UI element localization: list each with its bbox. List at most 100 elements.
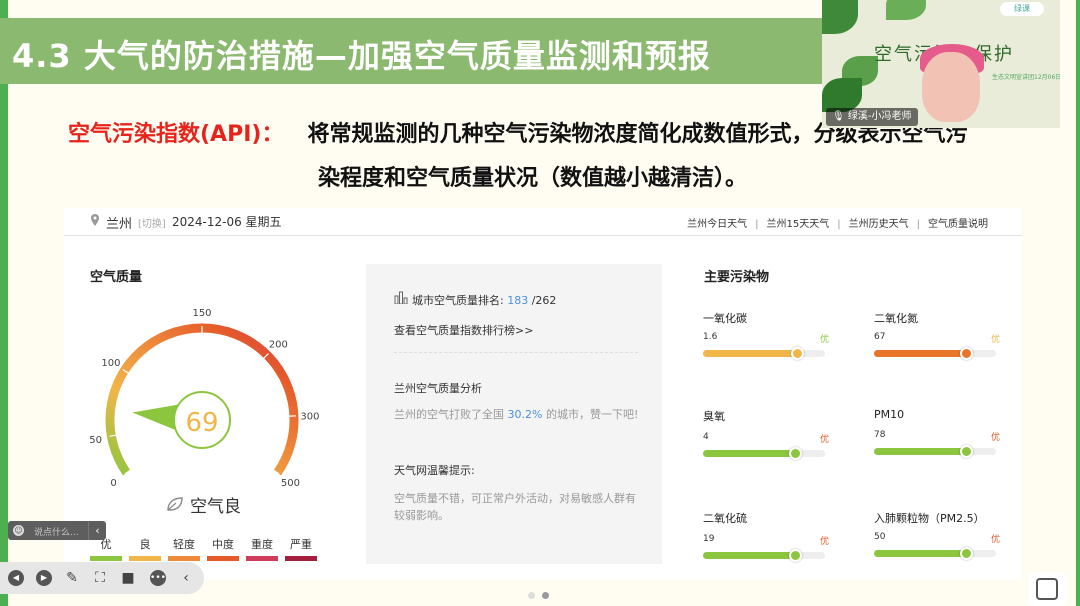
screenshot-icon[interactable]: ⛶: [92, 570, 108, 586]
presenter-name-tag: 🎙 绿溪-小冯老师: [826, 108, 918, 126]
pollutant-item: 二氧化氮 67 优: [874, 310, 1000, 370]
pollutant-bar: [703, 447, 825, 460]
pollutant-item: PM10 78 优: [874, 408, 1000, 468]
pollutant-bar-knob: [788, 447, 802, 460]
tip-title: 天气网温馨提示:: [394, 464, 475, 477]
nav-aq-explanation[interactable]: 空气质量说明: [928, 219, 988, 230]
leaf-decoration: [822, 0, 858, 34]
pollutant-bar: [703, 347, 825, 360]
brand-logo: 绿课: [1000, 2, 1044, 16]
nav-today-weather[interactable]: 兰州今日天气: [687, 219, 747, 230]
microphone-icon: 🎙: [832, 111, 845, 122]
pollutant-item: 二氧化硫 19 优: [703, 510, 829, 570]
comment-box[interactable]: ☺ 说点什么... ‹: [8, 521, 106, 540]
slide-right-edge: [1076, 0, 1080, 606]
pollutant-name: 入肺颗粒物（PM2.5）: [874, 512, 985, 525]
presenter-name: 绿溪-小冯老师: [847, 111, 912, 122]
camera-icon[interactable]: ■: [120, 570, 136, 586]
pollutant-name: 二氧化氮: [874, 312, 918, 325]
legend-label: 中度: [212, 538, 234, 551]
location-pin-icon: [91, 214, 99, 226]
pollutant-value: 50: [874, 532, 886, 542]
bar-chart-icon: [394, 291, 408, 304]
pollutant-bar: [703, 549, 825, 562]
presenter-face: [922, 52, 980, 122]
webcam-banner-subtitle: 生态文明宣讲团12月06日: [992, 74, 1060, 81]
aqi-gauge: 0 50 100 150 200 300 500 69: [89, 308, 319, 489]
pollutant-level: 优: [990, 335, 1000, 345]
pollutant-level: 优: [819, 435, 829, 445]
gauge-tick-label: 500: [281, 478, 300, 489]
collapse-icon[interactable]: ‹: [178, 570, 194, 586]
player-toolbar: ◀ ▶ ✎ ⛶ ■ ••• ‹: [0, 562, 204, 594]
rank-number: 183: [507, 294, 529, 307]
air-quality-title: 空气质量: [90, 270, 143, 285]
weather-page-screenshot: 兰州 [切换] 2024-12-06 星期五 兰州今日天气 | 兰州15天天气 | 兰州…: [64, 208, 1022, 580]
legend-swatch: [207, 556, 239, 561]
pollutant-bar: [874, 347, 996, 360]
legend-swatch: [285, 556, 317, 561]
presenter-webcam[interactable]: 绿课 空气污染与保护 生态文明宣讲团12月06日 🎙 绿溪-小冯老师: [822, 0, 1060, 128]
next-icon[interactable]: ▶: [36, 570, 52, 586]
page-dot[interactable]: [528, 592, 535, 599]
pollutant-bar: [874, 445, 996, 458]
pollutant-bar-knob: [959, 547, 973, 560]
slide-title: 4.3 大气的防治措施—加强空气质量监测和预报: [12, 37, 711, 75]
nav-history-weather[interactable]: 兰州历史天气: [849, 219, 909, 230]
tip-text: 空气质量不错，可正常户外活动，对易敏感人群有较弱影响。: [394, 492, 636, 522]
prev-icon[interactable]: ◀: [8, 570, 24, 586]
pollutant-level: 优: [990, 433, 1000, 443]
gauge-tick-label: 200: [269, 340, 288, 351]
fullscreen-button[interactable]: [1028, 572, 1066, 606]
collapse-comment-button[interactable]: ‹: [88, 521, 106, 540]
date-label: 2024-12-06 星期五: [172, 215, 282, 229]
slide-left-edge: [0, 0, 8, 606]
pollutant-bar-fill: [703, 350, 799, 357]
legend-swatch: [246, 556, 278, 561]
more-icon[interactable]: •••: [150, 570, 166, 586]
weather-topbar: 兰州 [切换] 2024-12-06 星期五 兰州今日天气 | 兰州15天天气 | 兰州…: [64, 208, 1022, 236]
pollutant-name: PM10: [874, 408, 905, 421]
pollutant-value: 4: [703, 432, 709, 442]
definition-term: 空气污染指数(API)：: [68, 122, 284, 147]
comment-input[interactable]: 说点什么...: [34, 525, 79, 538]
legend-swatch: [129, 556, 161, 561]
legend-swatch: [90, 556, 122, 561]
slide-title-bar: 4.3 大气的防治措施—加强空气质量监测和预报: [0, 18, 822, 84]
page-dot-active[interactable]: [542, 592, 549, 599]
city-rank: 城市空气质量排名: 183 /262: [412, 294, 557, 307]
pollutant-bar-fill: [874, 550, 967, 557]
pollutant-bar-knob: [788, 549, 802, 562]
pollutant-value: 1.6: [703, 332, 718, 342]
pollutant-level: 优: [819, 335, 829, 345]
gauge-tick-label: 0: [110, 478, 116, 489]
pen-icon[interactable]: ✎: [64, 570, 80, 586]
pollutant-bar-fill: [703, 450, 796, 457]
pollutant-bar-fill: [703, 552, 796, 559]
pollutant-item: 臭氧 4 优: [703, 408, 829, 468]
city-name: 兰州: [106, 217, 133, 232]
analysis-title: 兰州空气质量分析: [394, 382, 482, 395]
nav-15day-weather[interactable]: 兰州15天天气: [767, 219, 830, 230]
analysis-text: 兰州的空气打败了全国 30.2% 的城市，赞一下吧!: [394, 408, 639, 421]
aqi-value: 69: [185, 408, 218, 438]
page-indicator: [528, 584, 556, 603]
aqi-level-label: 空气良: [190, 497, 241, 517]
ranking-panel: 城市空气质量排名: 183 /262 查看空气质量指数排行榜>> 兰州空气质量分…: [366, 264, 662, 564]
leaf-decoration: [822, 78, 862, 112]
rank-list-link[interactable]: 查看空气质量指数排行榜>>: [394, 322, 533, 338]
weather-top-nav: 兰州今日天气 | 兰州15天天气 | 兰州历史天气 | 空气质量说明: [687, 219, 988, 230]
pollutant-value: 67: [874, 332, 886, 342]
pollutant-bar: [874, 547, 996, 560]
pollutant-value: 78: [874, 430, 886, 440]
pollutant-level: 优: [819, 537, 829, 547]
pollutant-name: 臭氧: [703, 410, 725, 423]
pollutant-bar-fill: [874, 448, 967, 455]
gauge-tick-label: 300: [300, 411, 319, 422]
chat-icon: ☺: [13, 525, 24, 536]
gauge-tick-label: 150: [192, 308, 211, 319]
leaf-decoration: [886, 0, 926, 20]
pollutant-name: 一氧化碳: [703, 312, 747, 325]
switch-city-link[interactable]: [切换]: [138, 215, 166, 230]
legend-label: 良: [139, 538, 151, 551]
